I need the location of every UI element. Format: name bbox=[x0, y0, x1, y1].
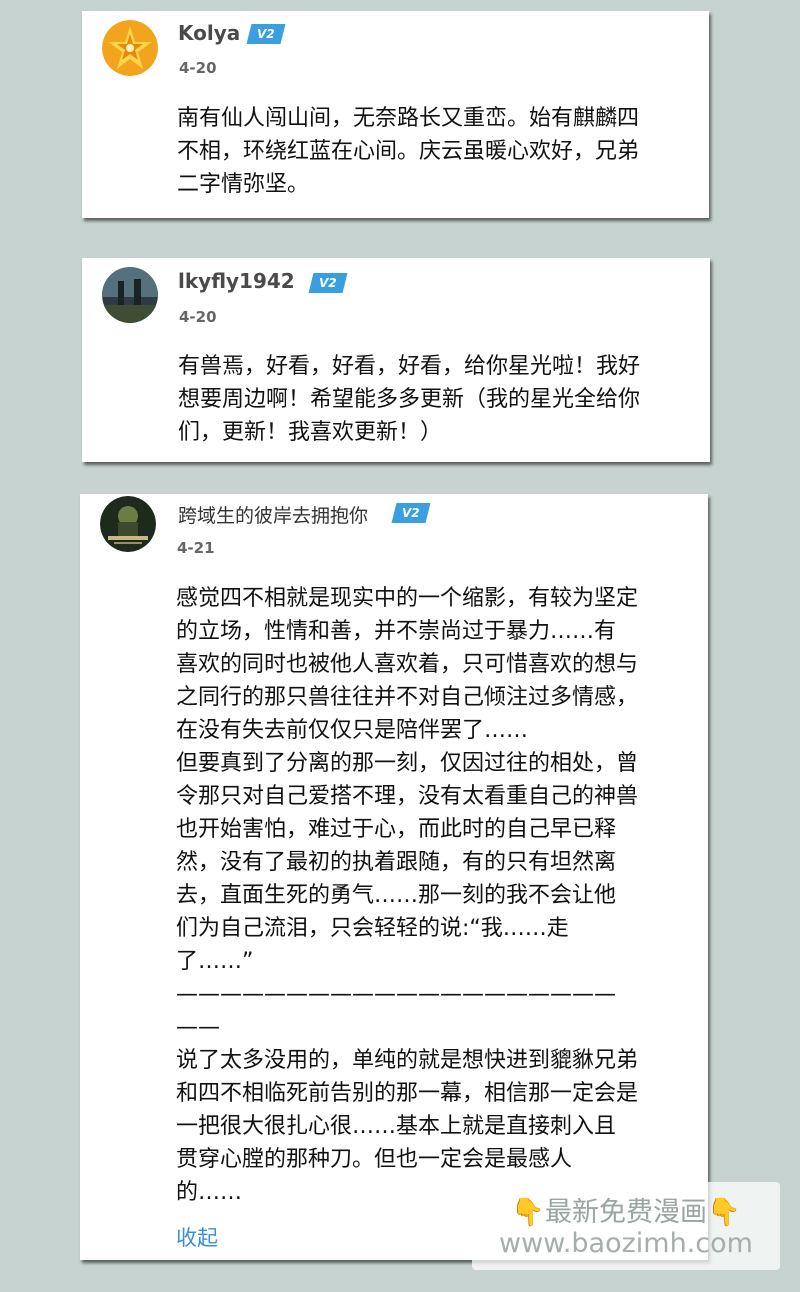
watermark-title: 👇最新免费漫画👇 bbox=[511, 1197, 741, 1228]
comment-date: 4-20 bbox=[179, 308, 217, 326]
user-avatar[interactable] bbox=[102, 20, 158, 76]
level-badge: V2 bbox=[391, 503, 431, 523]
star-avatar-icon bbox=[102, 20, 158, 76]
comment-date: 4-21 bbox=[177, 539, 215, 557]
landscape-avatar-icon bbox=[102, 267, 158, 323]
collapse-link[interactable]: 收起 bbox=[176, 1222, 218, 1252]
comment-text: 有兽焉，好看，好看，好看，给你星光啦！我好 想要周边啊！希望能多多更新（我的星光… bbox=[178, 354, 641, 445]
level-badge: V2 bbox=[308, 273, 348, 293]
comment-card: Kolya V2 4-20 南有仙人闯山间，无奈路长又重峦。始有麒麟四 不相，环… bbox=[82, 11, 709, 218]
username[interactable]: lkyfly1942 bbox=[178, 269, 295, 293]
comment-card: lkyfly1942 V2 4-20 有兽焉，好看，好看，好看，给你星光啦！我好… bbox=[82, 258, 710, 462]
watermark: 👇最新免费漫画👇 www.baozimh.com bbox=[472, 1182, 780, 1270]
watermark-url: www.baozimh.com bbox=[499, 1228, 753, 1259]
comment-text: 感觉四不相就是现实中的一个缩影，有较为坚定 的立场，性情和善，并不崇尚过于暴力…… bbox=[176, 586, 639, 1205]
comment-card: 跨域生的彼岸去拥抱你 V2 4-21 感觉四不相就是现实中的一个缩影，有较为坚定… bbox=[80, 494, 708, 1260]
poster-avatar-icon bbox=[100, 496, 156, 552]
level-badge: V2 bbox=[246, 24, 286, 44]
username[interactable]: Kolya bbox=[178, 21, 240, 45]
user-avatar[interactable] bbox=[102, 267, 158, 323]
comment-text: 南有仙人闯山间，无奈路长又重峦。始有麒麟四 不相，环绕红蓝在心间。庆云虽暖心欢好… bbox=[177, 106, 640, 197]
comment-date: 4-20 bbox=[179, 59, 217, 77]
username[interactable]: 跨域生的彼岸去拥抱你 bbox=[178, 501, 368, 528]
user-avatar[interactable] bbox=[100, 496, 156, 552]
